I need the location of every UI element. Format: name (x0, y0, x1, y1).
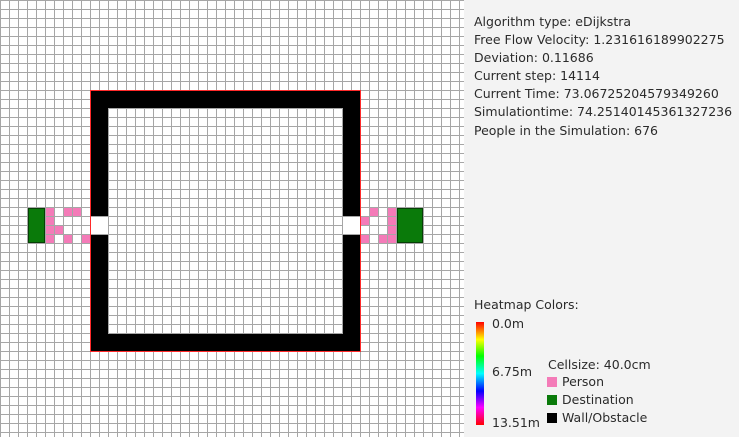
free-flow-velocity: Free Flow Velocity: 1.231616189902275 (474, 32, 725, 48)
person-marker (46, 226, 54, 234)
wall-right-upper (343, 91, 360, 216)
person-marker (64, 235, 72, 243)
simulation-time: Simulationtime: 74.25140145361327236 (474, 104, 733, 120)
algorithm-type: Algorithm type: eDijkstra (474, 14, 632, 29)
person-marker (82, 235, 90, 243)
heatmap-tick-top: 0.0m (492, 316, 525, 331)
people-count: People in the Simulation: 676 (474, 122, 658, 138)
cellsize-label: Cellsize: 40.0cm (548, 357, 651, 372)
door-left (91, 217, 108, 234)
wall-left-lower (91, 235, 108, 351)
person-marker (73, 208, 81, 216)
wall-bottom (91, 334, 360, 351)
heatmap-tick-mid: 6.75m (492, 364, 533, 379)
heatmap-legend-title: Heatmap Colors: (474, 297, 579, 312)
person-marker (370, 208, 378, 216)
person-marker (46, 235, 54, 243)
heatmap-color-bar (476, 322, 484, 425)
grid-cells (0, 0, 464, 437)
deviation: Deviation: 0.11686 (474, 50, 594, 66)
current-time: Current Time: 73.06725204579349260 (474, 86, 719, 102)
person-swatch-icon (547, 377, 557, 387)
person-marker (388, 226, 396, 234)
info-panel: Algorithm type: eDijkstra Free Flow Velo… (474, 13, 732, 140)
legend-person-label: Person (562, 374, 605, 389)
wall-top (91, 91, 360, 108)
heatmap-tick-bottom: 13.51m (492, 415, 540, 430)
legend-destination-label: Destination (562, 392, 634, 407)
simulation-grid[interactable] (0, 0, 464, 437)
legend-wall-label: Wall/Obstacle (562, 410, 648, 425)
current-step: Current step: 14114 (474, 68, 600, 84)
legend-destination: Destination (547, 392, 634, 407)
person-marker (388, 235, 396, 243)
person-marker (46, 208, 54, 216)
legend-person: Person (547, 374, 604, 389)
destination-left (28, 208, 45, 243)
person-marker (388, 208, 396, 216)
destination-swatch-icon (547, 395, 557, 405)
wall-swatch-icon (547, 413, 557, 423)
person-marker (361, 217, 369, 225)
person-marker (388, 217, 396, 225)
destination-right (397, 208, 423, 243)
person-marker (379, 235, 387, 243)
person-marker (46, 217, 54, 225)
person-marker (361, 235, 369, 243)
wall-left-upper (91, 91, 108, 216)
person-marker (55, 226, 63, 234)
legend-wall: Wall/Obstacle (547, 410, 647, 425)
wall-right-lower (343, 235, 360, 351)
door-right (343, 217, 360, 234)
person-marker (64, 208, 72, 216)
room-outline (90, 90, 361, 352)
